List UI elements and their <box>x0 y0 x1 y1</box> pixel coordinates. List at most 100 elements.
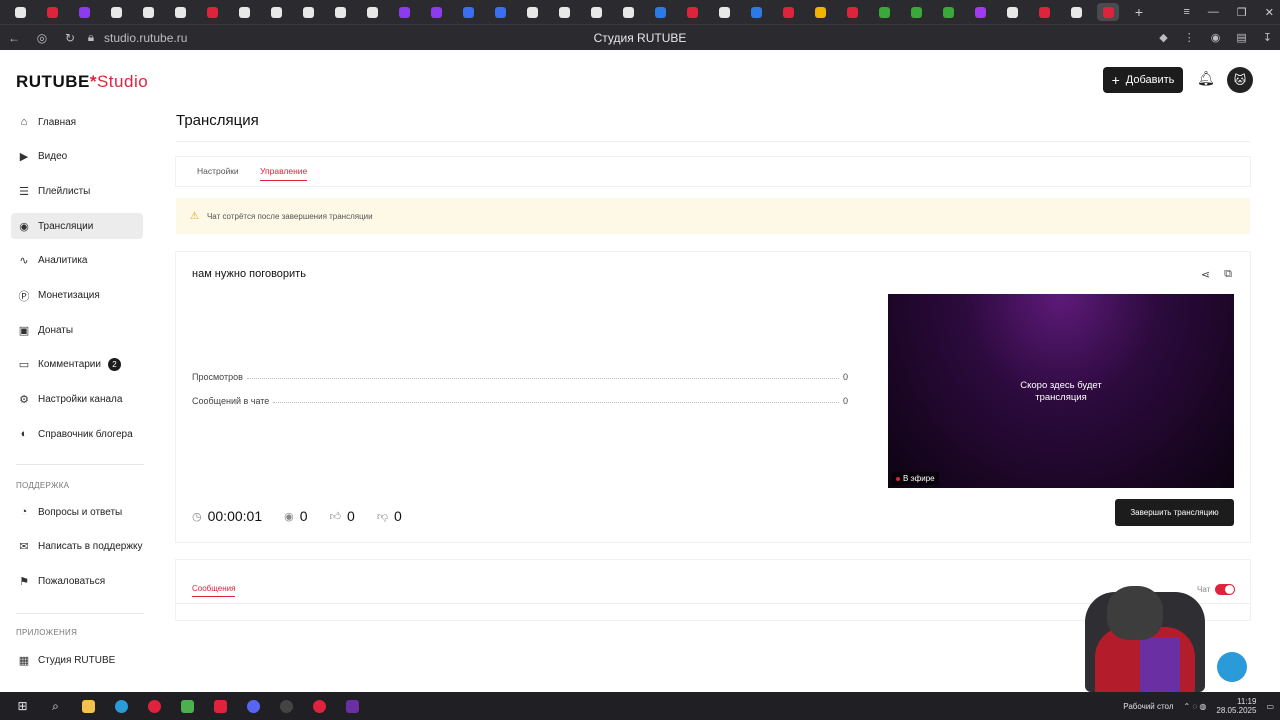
tab-control[interactable]: Управление <box>260 166 308 181</box>
stream-preview[interactable]: Скоро здесь будет трансляция В эфире <box>888 294 1234 488</box>
add-button[interactable]: + Добавить <box>1103 67 1183 93</box>
notifications-icon[interactable]: ▭ <box>1266 702 1274 711</box>
cat-avatar-icon[interactable]: 🐱︎ <box>1227 67 1253 93</box>
share-icon[interactable]: ⋖ <box>1201 268 1210 281</box>
sidebar-item-label: Студия RUTUBE <box>38 654 116 666</box>
start-icon[interactable]: ⊞ <box>13 696 33 716</box>
yandex-browser-icon[interactable] <box>145 696 165 716</box>
tab-messages[interactable]: Сообщения <box>192 584 236 597</box>
extensions-menu-icon[interactable]: ⋮ <box>1184 31 1195 44</box>
yandex-icon[interactable] <box>211 696 231 716</box>
browser-tab[interactable] <box>873 3 895 21</box>
browser-tab[interactable] <box>745 3 767 21</box>
browser-tab[interactable] <box>265 3 287 21</box>
sidebar: ⌂ Главная ▶ Видео ☰ Плейлисты ◉ Трансляции ∿ Анал… <box>0 110 160 692</box>
collections-icon[interactable]: ▤ <box>1236 31 1246 44</box>
end-stream-button[interactable]: Завершить трансляцию <box>1115 499 1234 526</box>
tab-favicon-icon <box>366 6 378 18</box>
recorder-icon[interactable] <box>310 696 330 716</box>
browser-tab[interactable] <box>137 3 159 21</box>
sidebar-item[interactable]: ▦ Студия RUTUBE <box>11 647 143 673</box>
sidebar-item[interactable]: ◔ Вопросы и ответы <box>11 499 143 525</box>
browser-tab[interactable] <box>585 3 607 21</box>
viewer-icon: ◉ <box>284 510 294 523</box>
app-icon[interactable] <box>178 696 198 716</box>
browser-tab[interactable] <box>1033 3 1055 21</box>
sidebar-item[interactable]: ▭ Комментарии 2 <box>11 352 143 378</box>
browser-tab[interactable] <box>521 3 543 21</box>
browser-tab[interactable] <box>329 3 351 21</box>
tab-favicon-icon <box>526 6 538 18</box>
thumbs-up-icon: 👍︎ <box>329 510 342 523</box>
close-icon[interactable]: ✕ <box>1265 6 1274 19</box>
extensions-icon[interactable]: ◎ <box>28 31 56 45</box>
reload-icon[interactable]: ↻ <box>56 31 84 45</box>
tabs-menu-icon[interactable]: ≡ <box>1183 6 1189 18</box>
minimize-icon[interactable]: — <box>1208 6 1219 18</box>
browser-tab[interactable] <box>1001 3 1023 21</box>
edge-icon[interactable] <box>112 696 132 716</box>
address-bar-actions: ◆ ⋮ ◉ ▤ ↧ <box>1159 31 1272 44</box>
browser-tab[interactable] <box>457 3 479 21</box>
tab-favicon-icon <box>686 6 698 18</box>
tab-settings[interactable]: Настройки <box>197 166 239 176</box>
browser-tab[interactable] <box>233 3 255 21</box>
sidebar-item-label: Главная <box>38 116 77 128</box>
browser-tab[interactable] <box>393 3 415 21</box>
browser-tab[interactable] <box>361 3 383 21</box>
open-external-icon[interactable]: ⧉ <box>1224 268 1232 281</box>
sidebar-item-label: Аналитика <box>38 255 88 267</box>
new-tab-icon[interactable]: + <box>1130 4 1148 20</box>
browser-tab[interactable] <box>9 3 31 21</box>
tray-icons[interactable]: ⌃ ◌ ◍ <box>1184 702 1207 711</box>
browser-tab[interactable] <box>1065 3 1087 21</box>
browser-tab[interactable] <box>169 3 191 21</box>
desktop-label[interactable]: Рабочий стол <box>1123 702 1173 711</box>
browser-tab[interactable] <box>617 3 639 21</box>
download-icon[interactable]: ↧ <box>1263 31 1272 44</box>
stream-app-icon[interactable] <box>343 696 363 716</box>
sidebar-item[interactable]: ◐ Справочник блогера <box>11 421 143 447</box>
browser-tab[interactable] <box>553 3 575 21</box>
browser-tab[interactable] <box>105 3 127 21</box>
sidebar-item[interactable]: ✉ Написать в поддержку <box>11 534 143 560</box>
browser-tab[interactable] <box>841 3 863 21</box>
search-icon[interactable]: ⌕ <box>46 696 66 716</box>
sidebar-item[interactable]: ⌂ Главная <box>11 109 143 135</box>
browser-tab[interactable] <box>425 3 447 21</box>
sidebar-item[interactable]: ▣ Донаты <box>11 317 143 343</box>
explorer-icon[interactable] <box>79 696 99 716</box>
sidebar-item[interactable]: Ⓟ Монетизация <box>11 283 143 309</box>
browser-tab[interactable] <box>905 3 927 21</box>
browser-tab[interactable] <box>41 3 63 21</box>
browser-tab[interactable] <box>73 3 95 21</box>
browser-tab[interactable] <box>489 3 511 21</box>
bookmark-icon[interactable]: ◆ <box>1159 31 1167 44</box>
browser-tab[interactable] <box>1097 3 1119 21</box>
browser-tab[interactable] <box>297 3 319 21</box>
browser-tab[interactable] <box>937 3 959 21</box>
sidebar-item[interactable]: ☰ Плейлисты <box>11 178 143 204</box>
url-field[interactable]: studio.rutube.ru <box>104 31 187 45</box>
browser-tab[interactable] <box>713 3 735 21</box>
sidebar-item[interactable]: ▶ Видео <box>11 144 143 170</box>
maximize-icon[interactable]: ❐ <box>1237 6 1247 19</box>
browser-tab[interactable] <box>777 3 799 21</box>
rutube-studio-logo[interactable]: RUTUBE*Studio <box>16 72 148 92</box>
discord-icon[interactable] <box>244 696 264 716</box>
browser-tab[interactable] <box>649 3 671 21</box>
sidebar-item[interactable]: ⚙ Настройки канала <box>11 387 143 413</box>
bell-icon[interactable]: 🔔︎ <box>1197 70 1215 87</box>
obs-icon[interactable] <box>277 696 297 716</box>
browser-tab[interactable] <box>201 3 223 21</box>
browser-tab[interactable] <box>809 3 831 21</box>
sidebar-item[interactable]: ◉ Трансляции <box>11 213 143 240</box>
sidebar-item[interactable]: ⚑ Пожаловаться <box>11 568 143 594</box>
tab-favicon-icon <box>302 6 314 18</box>
browser-tab[interactable] <box>969 3 991 21</box>
back-icon[interactable]: ← <box>0 31 28 45</box>
clock[interactable]: 11:19 28.05.2025 <box>1216 697 1256 715</box>
sidebar-item[interactable]: ∿ Аналитика <box>11 248 143 274</box>
screenshot-icon[interactable]: ◉ <box>1211 31 1221 44</box>
browser-tab[interactable] <box>681 3 703 21</box>
